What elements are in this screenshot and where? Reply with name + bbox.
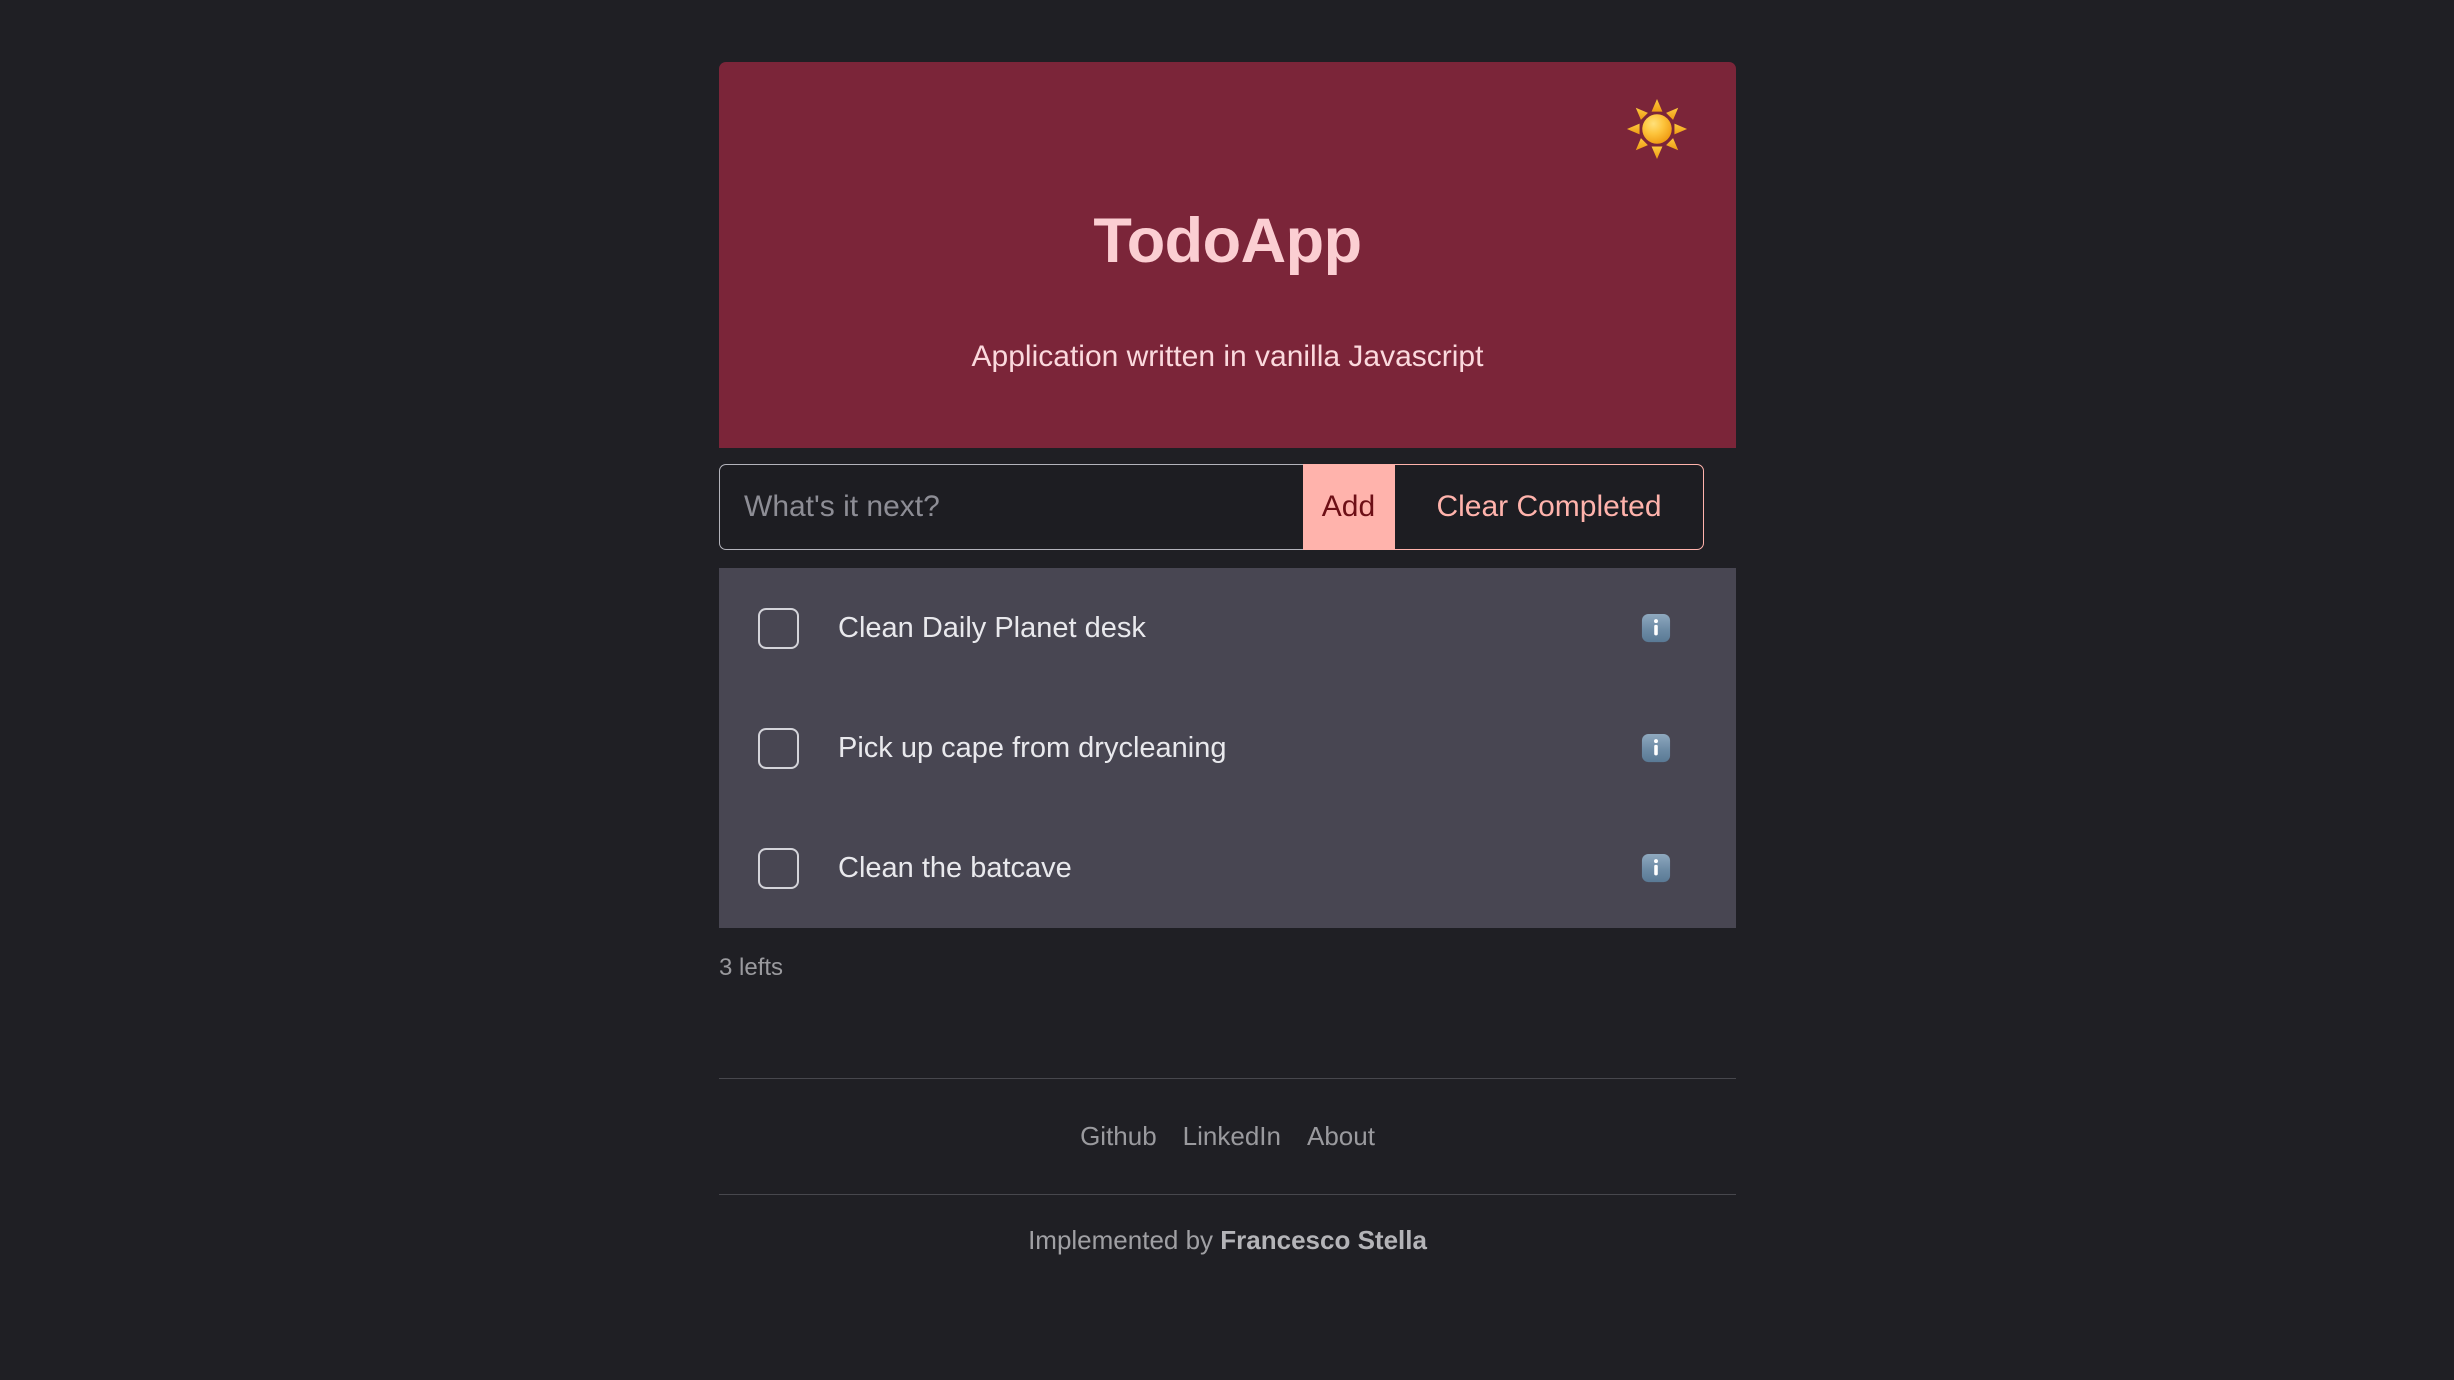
todo-list-item: Pick up cape from drycleaning xyxy=(719,688,1736,808)
todo-list-item: Clean the batcave xyxy=(719,808,1736,928)
todo-list-item: Clean Daily Planet desk xyxy=(719,568,1736,688)
todo-list: Clean Daily Planet desk Pick up cape fro… xyxy=(719,568,1736,928)
app-subtitle: Application written in vanilla Javascrip… xyxy=(971,340,1484,373)
app-page: TodoApp Application written in vanilla J… xyxy=(0,0,2454,1380)
todo-label: Clean Daily Planet desk xyxy=(838,611,1146,644)
theme-toggle-button[interactable] xyxy=(1626,98,1688,160)
todo-info-button[interactable] xyxy=(1641,613,1671,643)
todo-label: Pick up cape from drycleaning xyxy=(838,731,1227,764)
todo-info-button[interactable] xyxy=(1641,733,1671,763)
page-footer: Github LinkedIn About Implemented by Fra… xyxy=(719,1078,1736,1253)
footer-credit: Implemented by Francesco Stella xyxy=(719,1195,1736,1253)
app-container: TodoApp Application written in vanilla J… xyxy=(719,0,1736,1253)
footer-links: Github LinkedIn About xyxy=(719,1079,1736,1194)
todo-checkbox[interactable] xyxy=(758,607,799,649)
footer-credit-prefix: Implemented by xyxy=(1028,1225,1221,1255)
footer-link-linkedin[interactable]: LinkedIn xyxy=(1183,1123,1281,1149)
todo-entry-row: Add Clear Completed xyxy=(719,464,1736,550)
add-todo-button[interactable]: Add xyxy=(1303,464,1394,550)
information-icon xyxy=(1641,733,1671,763)
information-icon xyxy=(1641,853,1671,883)
app-title: TodoApp xyxy=(1093,206,1362,276)
todo-label: Clean the batcave xyxy=(838,851,1072,884)
app-header: TodoApp Application written in vanilla J… xyxy=(719,62,1736,448)
footer-credit-author: Francesco Stella xyxy=(1220,1225,1427,1255)
todo-checkbox[interactable] xyxy=(758,847,799,889)
new-todo-input[interactable] xyxy=(719,464,1303,550)
items-left-counter: 3 lefts xyxy=(719,954,784,981)
footer-link-github[interactable]: Github xyxy=(1080,1123,1157,1149)
clear-completed-button[interactable]: Clear Completed xyxy=(1394,464,1704,550)
sun-icon xyxy=(1626,98,1688,160)
footer-link-about[interactable]: About xyxy=(1307,1123,1375,1149)
todo-checkbox[interactable] xyxy=(758,727,799,769)
information-icon xyxy=(1641,613,1671,643)
todo-info-button[interactable] xyxy=(1641,853,1671,883)
